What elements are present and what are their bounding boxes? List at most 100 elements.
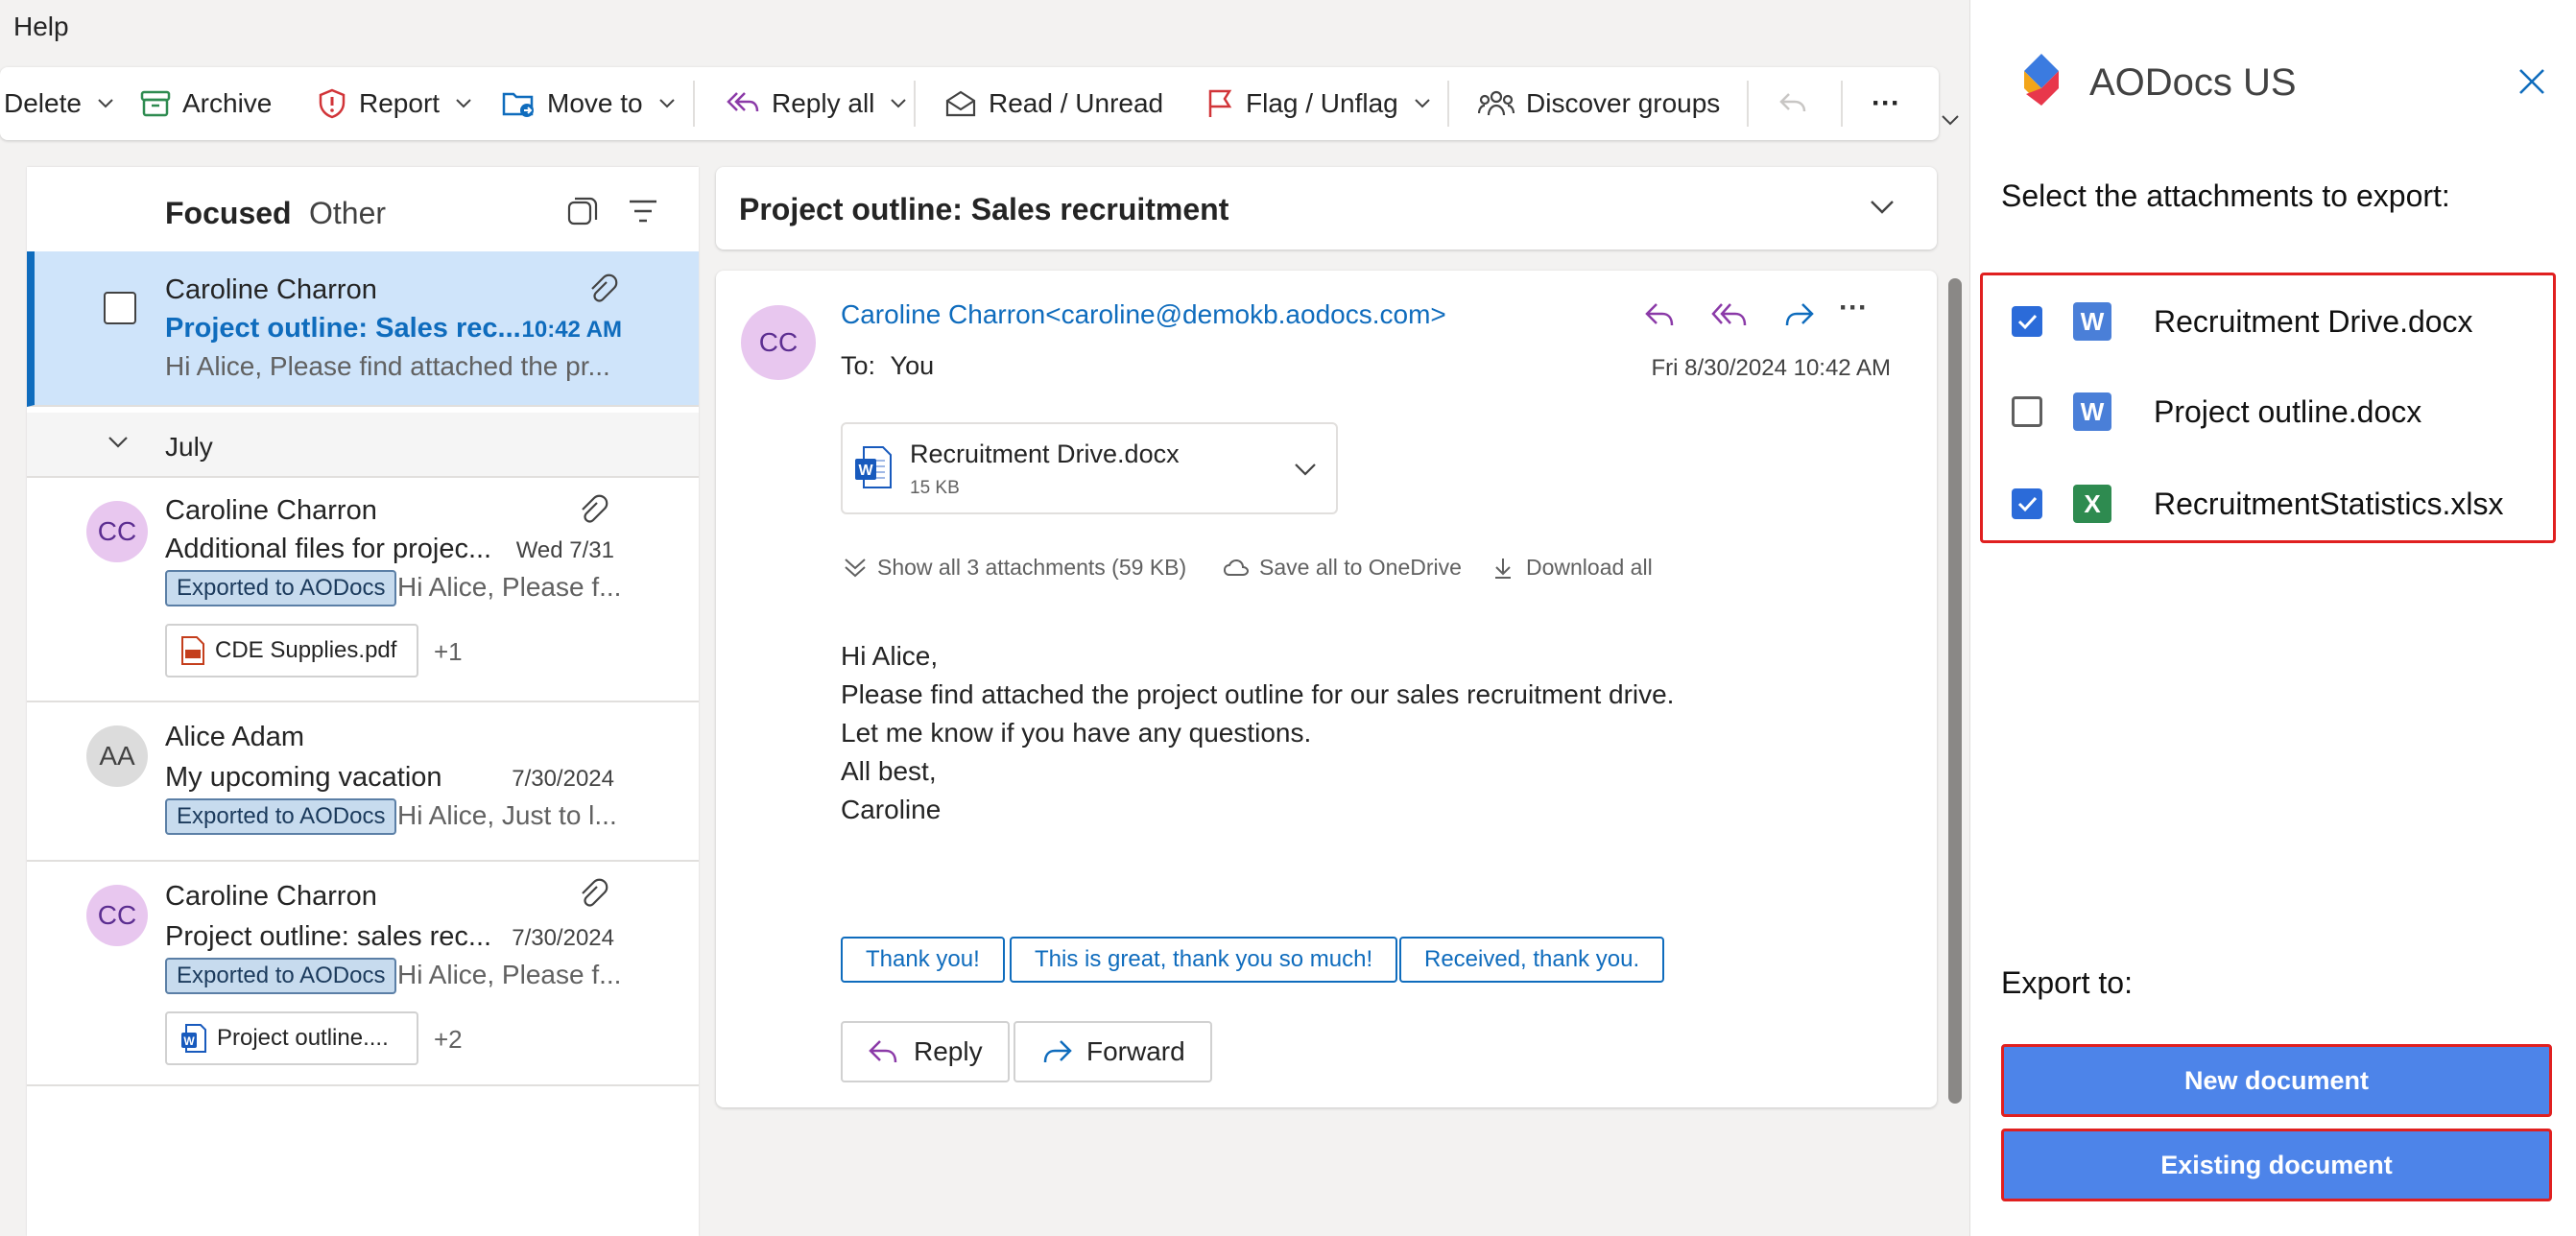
message-date: Fri 8/30/2024 10:42 AM bbox=[1651, 355, 1892, 381]
file-name: Project outline.docx bbox=[2154, 394, 2422, 429]
chevron-down-icon[interactable] bbox=[1294, 463, 1317, 476]
archive-button[interactable]: Archive bbox=[140, 67, 272, 140]
list-item[interactable]: CC Caroline Charron Project outline: sal… bbox=[27, 862, 699, 1086]
reply-button[interactable]: Reply bbox=[841, 1021, 1010, 1082]
forward-icon[interactable] bbox=[1781, 299, 1816, 330]
word-file-icon: W bbox=[2073, 302, 2111, 341]
save-onedrive-label: Save all to OneDrive bbox=[1259, 555, 1462, 580]
attachment-option[interactable]: W Recruitment Drive.docx bbox=[1983, 291, 2553, 350]
aodocs-logo-icon bbox=[2018, 52, 2064, 113]
recipients-line: To: You bbox=[841, 351, 934, 381]
more-attachments-count[interactable]: +2 bbox=[434, 1025, 463, 1055]
list-item[interactable]: AA Alice Adam My upcoming vacation 7/30/… bbox=[27, 702, 699, 862]
list-item[interactable]: CC Caroline Charron Additional files for… bbox=[27, 478, 699, 702]
chevron-down-icon bbox=[1414, 98, 1431, 109]
message-subject: Project outline: Sales recruitment bbox=[739, 192, 1229, 226]
save-to-onedrive-link[interactable]: Save all to OneDrive bbox=[1223, 555, 1462, 581]
avatar: CC bbox=[86, 885, 148, 946]
double-chevron-down-icon bbox=[843, 557, 868, 580]
select-attachments-label: Select the attachments to export: bbox=[2001, 178, 2450, 213]
show-all-attachments-link[interactable]: Show all 3 attachments (59 KB) bbox=[843, 555, 1186, 581]
sender-name: Caroline Charron bbox=[165, 881, 377, 912]
attachment-name: Recruitment Drive.docx bbox=[910, 440, 1180, 468]
attachment-card[interactable]: W Recruitment Drive.docx 15 KB bbox=[841, 422, 1338, 514]
svg-text:W: W bbox=[183, 1034, 195, 1048]
svg-text:W: W bbox=[858, 463, 873, 479]
report-button[interactable]: Report bbox=[317, 67, 472, 140]
category-badge: Exported to AODocs bbox=[165, 570, 397, 606]
people-group-icon bbox=[1478, 88, 1515, 119]
panel-title: AODocs US bbox=[2089, 61, 2297, 104]
list-item[interactable]: Caroline Charron Project outline: Sales … bbox=[27, 251, 699, 407]
sender-name: Alice Adam bbox=[165, 722, 305, 752]
close-icon[interactable] bbox=[2517, 67, 2546, 96]
received-date: 7/30/2024 bbox=[512, 925, 614, 951]
download-icon bbox=[1493, 557, 1513, 580]
attachment-option[interactable]: X RecruitmentStatistics.xlsx bbox=[1983, 475, 2553, 535]
more-attachments-count[interactable]: +1 bbox=[434, 637, 463, 667]
checkbox-unchecked[interactable] bbox=[2012, 396, 2042, 427]
message-card: CC Caroline Charron<caroline@demokb.aodo… bbox=[716, 271, 1937, 1107]
menu-help[interactable]: Help bbox=[13, 12, 69, 42]
preview-text: Hi Alice, Please f... bbox=[397, 960, 622, 989]
read-unread-button[interactable]: Read / Unread bbox=[944, 67, 1163, 140]
reply-label: Reply bbox=[914, 1036, 983, 1066]
category-badge: Exported to AODocs bbox=[165, 798, 397, 835]
tab-other[interactable]: Other bbox=[309, 196, 386, 231]
attachment-chip[interactable]: CDE Supplies.pdf bbox=[165, 624, 418, 677]
reading-pane-scrollbar[interactable] bbox=[1948, 278, 1962, 1104]
suggested-reply[interactable]: This is great, thank you so much! bbox=[1010, 937, 1398, 983]
checkbox-checked[interactable] bbox=[2012, 306, 2042, 337]
collapse-chevron-icon[interactable] bbox=[1870, 200, 1895, 215]
select-checkbox[interactable] bbox=[104, 292, 136, 324]
discover-groups-button[interactable]: Discover groups bbox=[1478, 67, 1720, 140]
ribbon-expand-chevron-icon[interactable] bbox=[1941, 113, 1960, 127]
export-to-label: Export to: bbox=[2001, 965, 2133, 1000]
report-icon bbox=[317, 88, 347, 119]
report-label: Report bbox=[359, 88, 441, 118]
preview-text: Hi Alice, Please find attached the pr... bbox=[165, 351, 610, 381]
move-to-button[interactable]: Move to bbox=[501, 67, 676, 140]
reply-all-label: Reply all bbox=[772, 88, 875, 118]
suggested-reply[interactable]: Thank you! bbox=[841, 937, 1005, 983]
body-line: Please find attached the project outline… bbox=[841, 679, 1675, 709]
chevron-down-icon bbox=[97, 98, 114, 109]
avatar: AA bbox=[86, 725, 148, 787]
forward-icon bbox=[1040, 1037, 1073, 1066]
flag-unflag-button[interactable]: Flag / Unflag bbox=[1205, 67, 1431, 140]
body-line: All best, bbox=[841, 756, 937, 786]
filter-icon[interactable] bbox=[628, 198, 658, 225]
sender-name: Caroline Charron bbox=[165, 495, 377, 526]
message-more-button[interactable]: ··· bbox=[1839, 292, 1868, 324]
attachment-chip[interactable]: W Project outline.... bbox=[165, 1011, 418, 1065]
delete-button[interactable]: Delete bbox=[4, 67, 114, 140]
body-line: Caroline bbox=[841, 795, 942, 824]
forward-button[interactable]: Forward bbox=[1014, 1021, 1212, 1082]
sender-address[interactable]: Caroline Charron<caroline@demokb.aodocs.… bbox=[841, 299, 1446, 330]
body-line: Let me know if you have any questions. bbox=[841, 718, 1312, 748]
attachment-option[interactable]: W Project outline.docx bbox=[1983, 383, 2553, 442]
undo-icon bbox=[1777, 88, 1808, 119]
group-label: July bbox=[165, 432, 213, 462]
reply-all-button[interactable]: Reply all bbox=[726, 67, 907, 140]
more-options-button[interactable]: ··· bbox=[1872, 67, 1900, 140]
existing-document-button[interactable]: Existing document bbox=[2001, 1129, 2552, 1201]
group-header-july[interactable]: July bbox=[27, 413, 699, 478]
to-label: To: bbox=[841, 351, 876, 380]
read-unread-label: Read / Unread bbox=[989, 88, 1164, 118]
paperclip-icon bbox=[585, 273, 618, 305]
chevron-down-icon bbox=[107, 436, 129, 449]
tab-focused[interactable]: Focused bbox=[165, 196, 292, 231]
new-document-button[interactable]: New document bbox=[2001, 1044, 2552, 1117]
reply-icon[interactable] bbox=[1643, 299, 1678, 330]
suggested-reply[interactable]: Received, thank you. bbox=[1399, 937, 1665, 983]
undo-button[interactable] bbox=[1777, 67, 1808, 140]
checkbox-checked[interactable] bbox=[2012, 488, 2042, 519]
envelope-open-icon bbox=[944, 89, 977, 118]
flag-icon bbox=[1205, 88, 1234, 119]
select-mode-icon[interactable] bbox=[566, 196, 599, 228]
body-line: Hi Alice, bbox=[841, 641, 939, 671]
download-all-link[interactable]: Download all bbox=[1493, 555, 1653, 581]
reply-all-icon[interactable] bbox=[1710, 299, 1749, 330]
paperclip-icon bbox=[576, 493, 608, 526]
